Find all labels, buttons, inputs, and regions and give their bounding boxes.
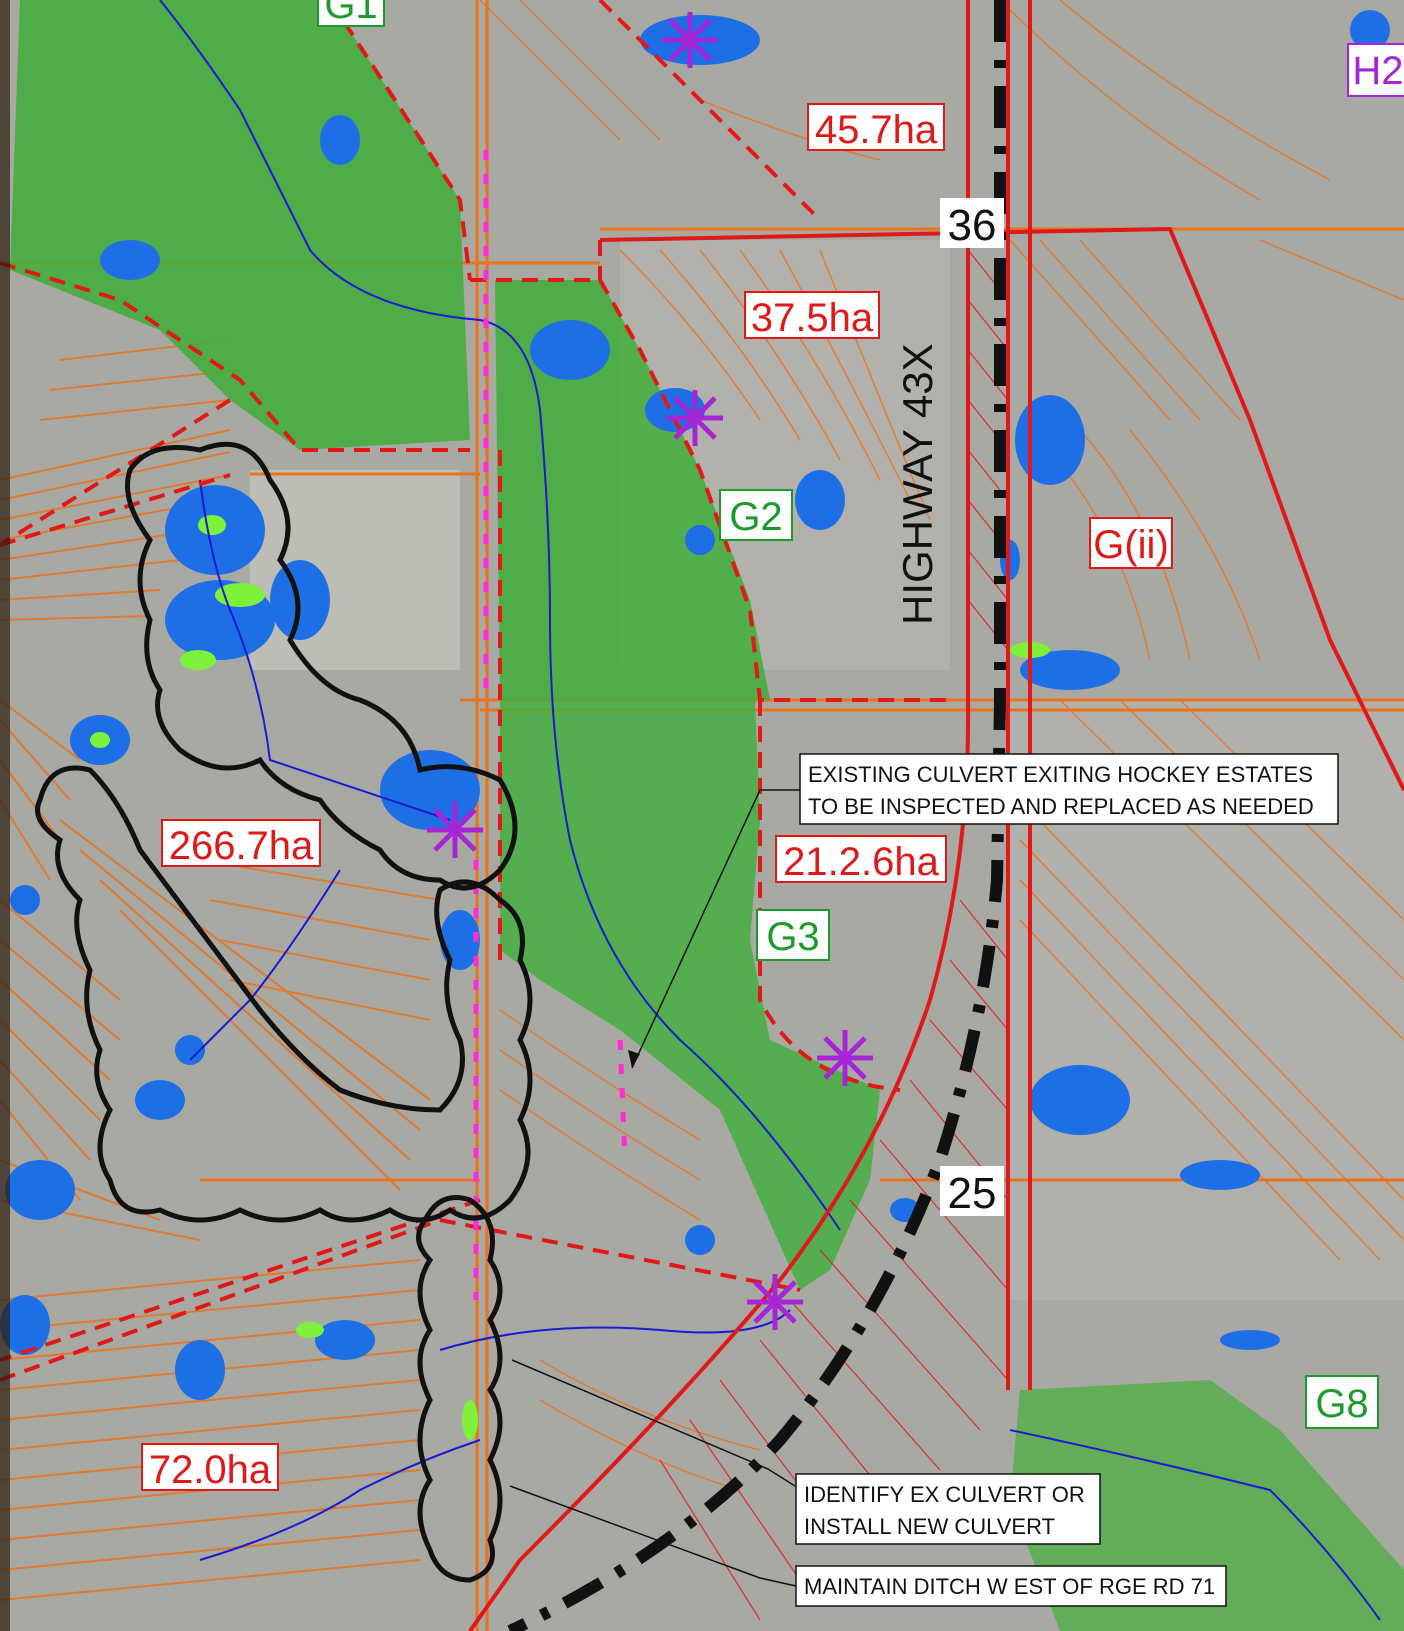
area-value: 37.5ha xyxy=(751,296,874,340)
area-value: 45.7ha xyxy=(815,108,938,152)
zone-label-gii: G(ii) xyxy=(1089,517,1173,569)
svg-text:36: 36 xyxy=(948,201,997,250)
asterisk-icon xyxy=(427,802,483,858)
note-culvert-hockey: EXISTING CULVERT EXITING HOCKEY ESTATES … xyxy=(799,753,1339,825)
zone-label-g3: G3 xyxy=(756,909,830,961)
km-marker-25: 25 xyxy=(940,1166,1004,1218)
svg-text:G2: G2 xyxy=(729,495,782,539)
asterisk-icon xyxy=(817,1030,873,1086)
svg-text:G3: G3 xyxy=(766,915,819,959)
svg-text:G(ii): G(ii) xyxy=(1093,523,1169,567)
area-label-21-2-6: 21.2.6ha xyxy=(775,835,947,884)
zone-label-g8: G8 xyxy=(1305,1375,1379,1429)
site-map[interactable]: 45.7ha 37.5ha 266.7ha 21.2.6ha 72.0ha G1… xyxy=(0,0,1404,1631)
asterisk-icon xyxy=(747,1274,803,1330)
area-value: 72.0ha xyxy=(149,1448,272,1492)
svg-text:EXISTING CULVERT EXITING HOCKE: EXISTING CULVERT EXITING HOCKEY ESTATES xyxy=(808,762,1313,787)
zone-label-g2: G2 xyxy=(719,489,793,541)
area-label-72-0: 72.0ha xyxy=(141,1443,279,1492)
svg-text:TO BE INSPECTED AND REPLACED A: TO BE INSPECTED AND REPLACED AS NEEDED xyxy=(808,794,1314,819)
asterisk-icon xyxy=(662,12,718,68)
highway-label: HIGHWAY 43X xyxy=(894,343,941,625)
svg-text:IDENTIFY EX CULVERT OR: IDENTIFY EX CULVERT OR xyxy=(804,1482,1085,1507)
map-edge-strip xyxy=(0,0,10,1631)
note-identify-culvert: IDENTIFY EX CULVERT OR INSTALL NEW CULVE… xyxy=(795,1473,1101,1545)
area-value: 266.7ha xyxy=(169,824,314,868)
svg-text:H2: H2 xyxy=(1352,49,1403,93)
area-value: 21.2.6ha xyxy=(783,840,939,884)
asterisk-icon xyxy=(667,390,723,446)
note-maintain-ditch: MAINTAIN DITCH W EST OF RGE RD 71 xyxy=(795,1565,1227,1607)
svg-text:G1: G1 xyxy=(324,0,377,27)
km-marker-36: 36 xyxy=(940,198,1004,250)
svg-text:MAINTAIN DITCH W EST OF RGE RD: MAINTAIN DITCH W EST OF RGE RD 71 xyxy=(804,1574,1215,1599)
svg-text:INSTALL NEW CULVERT: INSTALL NEW CULVERT xyxy=(804,1514,1055,1539)
zone-label-g1: G1 xyxy=(317,0,385,27)
area-label-266-7: 266.7ha xyxy=(161,819,321,868)
svg-text:G8: G8 xyxy=(1315,1382,1368,1426)
zone-label-h2: H2 xyxy=(1347,43,1404,97)
svg-text:25: 25 xyxy=(948,1169,997,1218)
area-label-37-5: 37.5ha xyxy=(744,291,880,340)
area-label-45-7: 45.7ha xyxy=(807,103,945,152)
